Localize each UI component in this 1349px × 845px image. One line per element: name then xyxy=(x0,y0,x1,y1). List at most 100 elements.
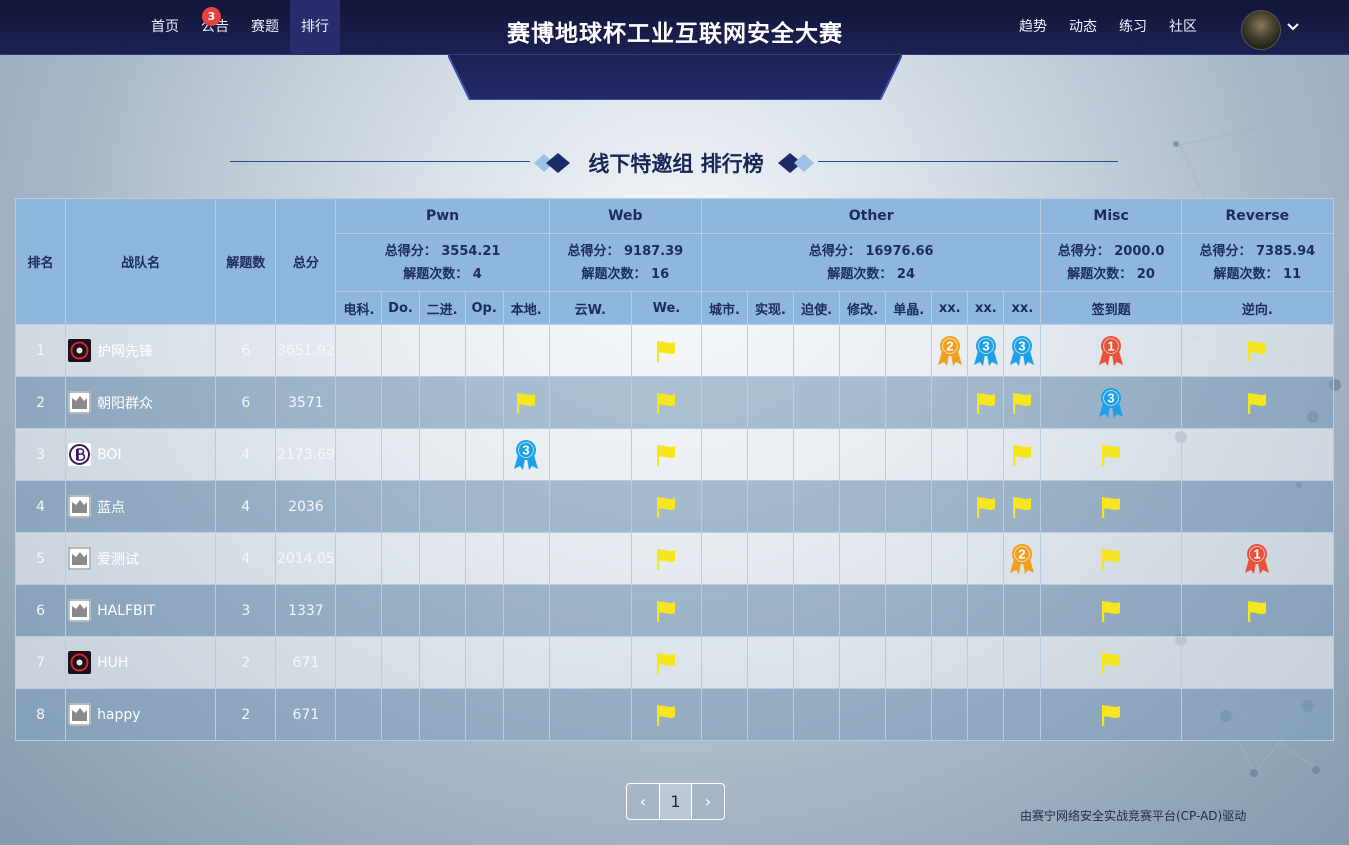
nav-rankings[interactable]: 排行 xyxy=(290,0,340,55)
challenge-header[interactable]: Do. xyxy=(381,291,420,325)
challenge-header[interactable]: xx. xyxy=(1003,291,1042,325)
challenge-cell xyxy=(548,584,632,637)
team-header: 战队名 xyxy=(65,198,217,325)
challenge-cell xyxy=(967,688,1005,741)
nav-activity[interactable]: 动态 xyxy=(1058,0,1108,55)
flag-icon xyxy=(657,444,676,466)
challenge-cell xyxy=(839,532,887,585)
prev-page-button[interactable]: ‹ xyxy=(627,784,659,819)
nav-community-label: 社区 xyxy=(1169,19,1197,35)
challenge-header[interactable]: 云W. xyxy=(548,291,632,325)
challenge-cell xyxy=(793,324,841,377)
team-cell[interactable]: 蓝点 xyxy=(65,480,217,533)
svg-text:3: 3 xyxy=(1107,390,1114,405)
challenge-header[interactable]: 城市. xyxy=(700,291,749,325)
challenge-cell xyxy=(548,532,632,585)
challenge-header[interactable]: xx. xyxy=(967,291,1005,325)
challenge-cell xyxy=(1180,428,1335,481)
challenge-cell xyxy=(548,376,632,429)
challenge-cell xyxy=(630,428,702,481)
challenge-cell xyxy=(630,532,702,585)
challenge-cell xyxy=(548,636,632,689)
challenge-header[interactable]: 迫使. xyxy=(793,291,841,325)
nav-trends[interactable]: 趋势 xyxy=(1008,0,1058,55)
user-avatar[interactable] xyxy=(1241,10,1281,50)
team-cell[interactable]: 爱测试 xyxy=(65,532,217,585)
challenge-cell xyxy=(885,584,933,637)
rank-cell: 1 xyxy=(14,324,67,377)
table-row: 4 蓝点 4 2036 xyxy=(14,480,1335,533)
challenge-cell xyxy=(418,636,466,689)
flag-icon xyxy=(1013,444,1032,466)
team-cell[interactable]: BOI xyxy=(65,428,217,481)
nav-community[interactable]: 社区 xyxy=(1158,0,1208,55)
svg-text:2: 2 xyxy=(946,338,953,353)
rank-cell: 3 xyxy=(14,428,67,481)
challenge-cell xyxy=(746,584,795,637)
nav-challenges[interactable]: 赛题 xyxy=(240,0,290,55)
category-header: Other xyxy=(700,198,1042,234)
challenge-cell xyxy=(793,584,841,637)
team-cell[interactable]: happy xyxy=(65,688,217,741)
challenge-cell xyxy=(1180,584,1335,637)
team-cell[interactable]: HUH xyxy=(65,636,217,689)
challenge-cell xyxy=(885,376,933,429)
challenge-header[interactable]: We. xyxy=(630,291,702,325)
challenge-header[interactable]: xx. xyxy=(931,291,969,325)
challenge-cell xyxy=(1003,480,1042,533)
challenge-cell xyxy=(885,428,933,481)
medal-icon: 1 xyxy=(1099,335,1124,366)
challenge-header[interactable]: 修改. xyxy=(839,291,887,325)
next-page-button[interactable]: › xyxy=(692,784,724,819)
challenge-header[interactable]: 电科. xyxy=(335,291,383,325)
category-solve-count: 解题次数： 16 xyxy=(581,266,670,282)
challenge-cell xyxy=(793,532,841,585)
challenge-cell xyxy=(885,688,933,741)
challenge-cell xyxy=(335,532,383,585)
challenge-cell xyxy=(931,428,969,481)
challenge-cell xyxy=(931,584,969,637)
team-logo xyxy=(68,495,92,518)
flag-icon xyxy=(976,392,995,414)
challenge-cell xyxy=(418,688,466,741)
challenge-cell xyxy=(630,480,702,533)
challenge-header[interactable]: 单晶. xyxy=(885,291,933,325)
challenge-cell xyxy=(746,428,795,481)
challenge-header[interactable]: 签到题 xyxy=(1040,291,1182,325)
challenge-cell xyxy=(1040,636,1182,689)
flag-icon xyxy=(657,600,676,622)
flag-icon xyxy=(657,340,676,362)
medal-icon: 3 xyxy=(514,439,539,470)
challenge-header[interactable]: 实现. xyxy=(746,291,795,325)
challenge-cell xyxy=(746,636,795,689)
challenge-header[interactable]: 逆向. xyxy=(1180,291,1335,325)
page-1-button[interactable]: 1 xyxy=(659,784,692,819)
team-info: 护网先锋 xyxy=(67,339,215,362)
challenge-cell xyxy=(700,584,749,637)
score-header: 总分 xyxy=(275,198,337,325)
nav-trends-label: 趋势 xyxy=(1019,19,1047,35)
challenge-cell: 3 xyxy=(967,324,1005,377)
chevron-down-icon[interactable] xyxy=(1286,22,1300,32)
challenge-cell xyxy=(502,532,550,585)
team-name: HALFBIT xyxy=(97,602,156,619)
team-cell[interactable]: 护网先锋 xyxy=(65,324,217,377)
nav-practice[interactable]: 练习 xyxy=(1108,0,1158,55)
team-cell[interactable]: HALFBIT xyxy=(65,584,217,637)
solved-count-cell: 2 xyxy=(215,636,277,689)
solved-count-cell: 4 xyxy=(215,532,277,585)
rank-cell: 5 xyxy=(14,532,67,585)
category-stats: 总得分： 9187.39 解题次数： 16 xyxy=(548,233,702,292)
challenge-cell xyxy=(502,636,550,689)
challenge-header[interactable]: 本地. xyxy=(502,291,550,325)
team-cell[interactable]: 朝阳群众 xyxy=(65,376,217,429)
table-row: 5 爱测试 4 2014.05 2 1 xyxy=(14,532,1335,585)
category-total-score: 总得分： 9187.39 xyxy=(567,243,684,259)
nav-home[interactable]: 首页 xyxy=(140,0,190,55)
team-name: 朝阳群众 xyxy=(97,395,154,412)
challenge-header[interactable]: 二进. xyxy=(418,291,466,325)
challenge-cell xyxy=(1040,480,1182,533)
score-cell: 1337 xyxy=(275,584,337,637)
challenge-cell xyxy=(967,428,1005,481)
challenge-header[interactable]: Op. xyxy=(464,291,504,325)
